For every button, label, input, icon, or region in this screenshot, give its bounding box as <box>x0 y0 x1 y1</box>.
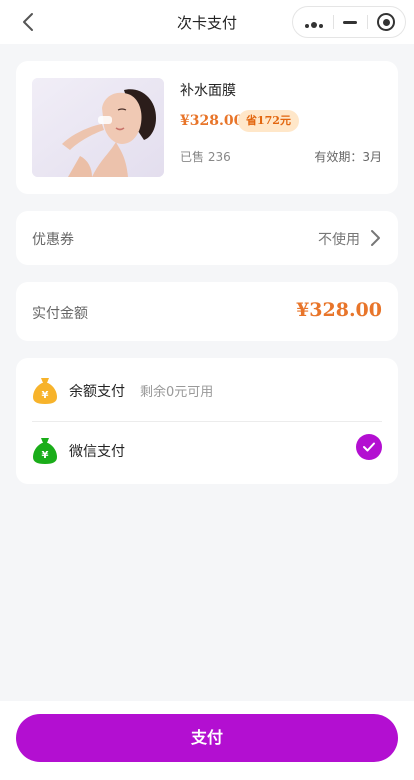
miniprogram-capsule <box>292 6 406 38</box>
close-button[interactable] <box>369 7 403 37</box>
sold-count: 已售 236 <box>180 150 231 164</box>
minimize-icon <box>343 20 357 24</box>
wechat-pay-label: 微信支付 <box>69 444 125 460</box>
product-image <box>32 78 164 177</box>
more-dots-icon <box>303 13 324 32</box>
money-bag-icon: ¥ <box>33 438 57 464</box>
more-button[interactable] <box>297 7 331 37</box>
nav-bar: 次卡支付 <box>0 0 414 44</box>
product-name: 补水面膜 <box>180 83 236 99</box>
validity-period: 有效期：3月 <box>314 150 382 164</box>
chevron-right-icon <box>371 230 380 246</box>
amount-row: 实付金额 ¥328.00 <box>16 282 398 341</box>
save-badge: 省172元 <box>238 110 299 132</box>
coupon-row[interactable]: 优惠券 不使用 <box>16 211 398 265</box>
payment-option-balance[interactable]: ¥ 余额支付 剩余0元可用 <box>16 358 398 420</box>
target-circle-icon <box>377 13 395 31</box>
capsule-divider <box>333 15 334 29</box>
payment-option-wechat[interactable]: ¥ 微信支付 <box>16 422 398 484</box>
svg-text:¥: ¥ <box>42 390 49 401</box>
svg-text:¥: ¥ <box>42 450 49 461</box>
coupon-value: 不使用 <box>318 232 360 248</box>
pay-button[interactable]: 支付 <box>16 714 398 762</box>
amount-value: ¥328.00 <box>296 299 382 321</box>
capsule-divider <box>367 15 368 29</box>
check-circle-icon[interactable] <box>356 434 382 460</box>
product-card: 补水面膜 ¥328.00 省172元 已售 236 有效期：3月 <box>16 61 398 194</box>
bottom-bar: 支付 <box>0 701 414 780</box>
coupon-label: 优惠券 <box>32 232 74 248</box>
balance-remaining: 剩余0元可用 <box>140 385 214 400</box>
minimize-button[interactable] <box>335 7 365 37</box>
payment-methods: ¥ 余额支付 剩余0元可用 ¥ 微信支付 <box>16 358 398 484</box>
product-price: ¥328.00 <box>180 113 244 129</box>
balance-pay-label: 余额支付 <box>69 384 125 400</box>
amount-label: 实付金额 <box>32 306 88 322</box>
money-bag-icon: ¥ <box>33 378 57 404</box>
